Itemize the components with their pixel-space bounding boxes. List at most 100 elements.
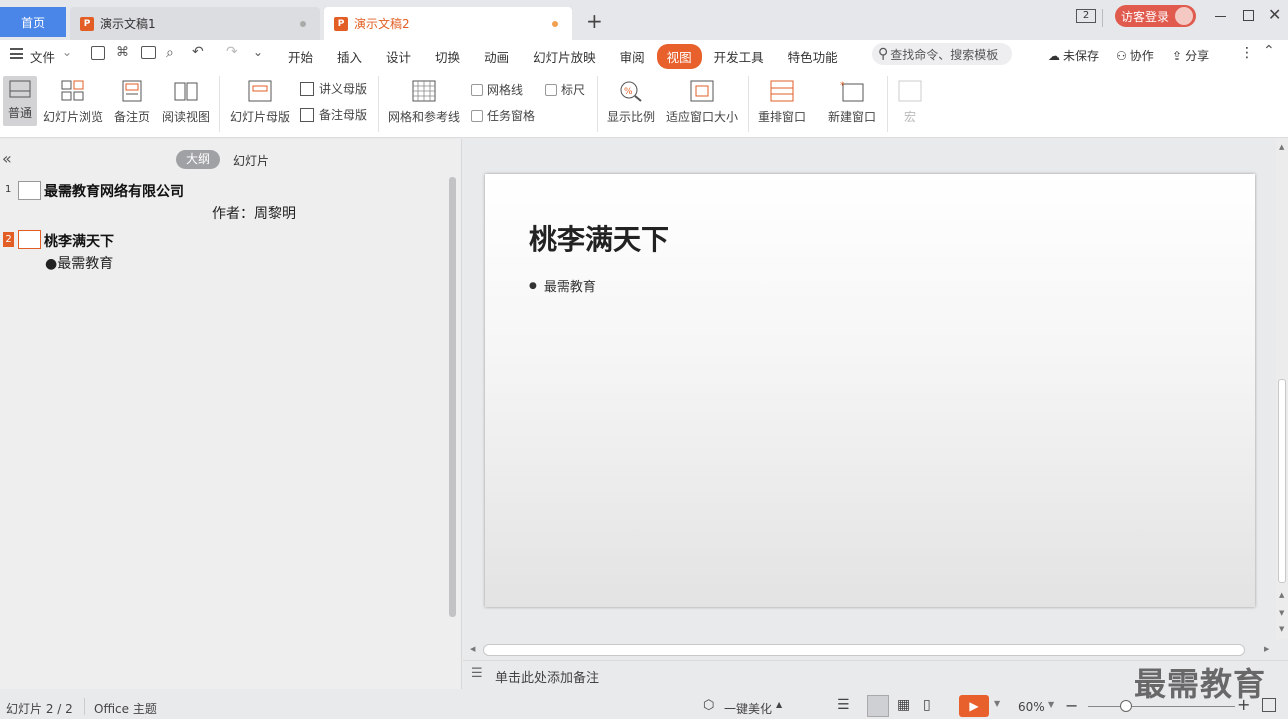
undo-icon[interactable]: ↶ <box>192 44 204 60</box>
notes-master-button[interactable]: 备注母版 <box>300 106 367 123</box>
slide-thumbnail-icon[interactable] <box>18 181 41 200</box>
tab-developer[interactable]: 开发工具 <box>702 47 776 66</box>
beautify-icon: ⬡ <box>703 698 715 713</box>
notes-icon: ☰ <box>471 666 483 681</box>
maximize-icon[interactable] <box>1243 10 1254 21</box>
collaborate-button[interactable]: ⚇ 协作 <box>1116 47 1154 64</box>
slide-title[interactable]: 桃李满天下 <box>529 218 669 258</box>
chevron-down-icon[interactable]: ▼ <box>994 699 1000 708</box>
outline-bullet[interactable]: ●最需教育 <box>45 253 113 273</box>
scroll-down-icon[interactable]: ▼ <box>1279 625 1284 633</box>
scroll-prev-icon[interactable]: ▲ <box>1279 591 1284 599</box>
fit-window-icon <box>690 80 714 102</box>
outline-title[interactable]: 桃李满天下 <box>44 231 114 251</box>
scrollbar-thumb[interactable] <box>1278 379 1286 583</box>
ruler-checkbox[interactable]: 标尺 <box>545 81 585 98</box>
window-count-badge[interactable]: 2 <box>1076 9 1096 23</box>
arrange-window-button[interactable]: 重排窗口 <box>758 80 806 125</box>
collapse-panel-icon[interactable]: « <box>2 149 12 168</box>
notes-toggle-icon[interactable]: ☰ <box>837 697 850 713</box>
tab-outline[interactable]: 大纲 <box>176 150 220 169</box>
menu-bar: 文件 ⌄ ⌘ ⌕ ↶ ↷ ⌄ 开始 插入 设计 切换 动画 幻灯片放映 审阅 视… <box>0 40 1288 70</box>
new-window-button[interactable]: * 新建窗口 <box>828 80 876 125</box>
tab-review[interactable]: 审阅 <box>608 47 657 66</box>
more-icon[interactable]: ⌄ <box>253 45 263 59</box>
unsaved-dot-icon[interactable] <box>552 21 558 27</box>
normal-view-button[interactable]: 普通 <box>3 76 37 126</box>
zoom-level[interactable]: 60% <box>1018 700 1045 714</box>
scroll-left-icon[interactable]: ◀ <box>470 645 475 653</box>
tab-doc2[interactable]: P 演示文稿2 <box>324 7 572 40</box>
search-box[interactable]: ⚲ 查找命令、搜索模板 <box>872 43 1012 65</box>
slide-master-button[interactable]: 幻灯片母版 <box>230 80 290 125</box>
grid-guides-button[interactable]: 网格和参考线 <box>388 80 460 125</box>
unsaved-button[interactable]: ☁ 未保存 <box>1048 47 1099 64</box>
tab-slideshow[interactable]: 幻灯片放映 <box>521 47 608 66</box>
more-options-icon[interactable]: ⋮ <box>1240 45 1254 61</box>
save-icon[interactable] <box>91 46 105 60</box>
format-painter-icon[interactable]: ⌘ <box>116 45 129 60</box>
play-slideshow-button[interactable]: ▶ <box>959 695 989 717</box>
chevron-down-icon[interactable]: ▼ <box>1048 700 1054 709</box>
new-tab-button[interactable]: + <box>586 9 603 33</box>
close-icon[interactable]: ✕ <box>1268 5 1281 24</box>
print-preview-icon[interactable]: ⌕ <box>166 45 174 61</box>
divider <box>219 76 220 132</box>
vertical-scrollbar[interactable]: ▲ ▲ ▼ ▼ <box>1276 139 1288 639</box>
redo-icon[interactable]: ↷ <box>226 44 238 60</box>
gridlines-checkbox[interactable]: 网格线 <box>471 81 523 98</box>
person-icon: ⚇ <box>1116 48 1127 63</box>
tab-features[interactable]: 特色功能 <box>776 47 850 66</box>
reading-view-icon[interactable]: ▯ <box>923 697 931 713</box>
notes-page-button[interactable]: 备注页 <box>114 80 150 125</box>
zoom-slider-thumb[interactable] <box>1120 700 1132 712</box>
hamburger-icon[interactable] <box>10 48 23 59</box>
outline-title[interactable]: 最需教育网络有限公司 <box>44 181 184 201</box>
panel-scrollbar[interactable] <box>449 177 456 617</box>
tab-doc2-label: 演示文稿2 <box>354 17 410 31</box>
outline-subtitle[interactable]: 作者：周黎明 <box>212 203 296 223</box>
scroll-up-icon[interactable]: ▲ <box>1279 143 1284 151</box>
tab-insert[interactable]: 插入 <box>325 47 374 66</box>
tab-design[interactable]: 设计 <box>374 47 423 66</box>
fit-window-button[interactable]: 适应窗口大小 <box>666 80 738 125</box>
slide-thumbnail-icon[interactable] <box>18 230 41 249</box>
search-input[interactable]: 查找命令、搜索模板 <box>890 46 998 63</box>
task-pane-checkbox[interactable]: 任务窗格 <box>471 107 535 124</box>
share-button[interactable]: ⇪ 分享 <box>1172 47 1209 64</box>
tab-home[interactable]: 首页 <box>0 7 66 37</box>
tab-view[interactable]: 视图 <box>656 44 702 69</box>
slide-bullet[interactable]: ● 最需教育 <box>529 276 596 295</box>
file-menu[interactable]: 文件 <box>30 47 55 66</box>
scroll-next-icon[interactable]: ▼ <box>1279 609 1284 617</box>
tab-animation[interactable]: 动画 <box>472 47 521 66</box>
normal-view-toggle-icon[interactable] <box>867 695 889 717</box>
zoom-out-icon[interactable]: − <box>1065 696 1078 715</box>
handout-master-button[interactable]: 讲义母版 <box>300 80 367 97</box>
chevron-down-icon[interactable]: ⌄ <box>62 45 72 59</box>
tab-slides[interactable]: 幻灯片 <box>233 152 269 169</box>
play-icon: ▶ <box>969 699 979 713</box>
slide-browse-button[interactable]: 幻灯片浏览 <box>43 80 103 125</box>
zoom-label: 显示比例 <box>607 110 656 124</box>
tab-start[interactable]: 开始 <box>276 47 325 66</box>
zoom-button[interactable]: % 显示比例 <box>607 80 655 125</box>
notes-placeholder[interactable]: 单击此处添加备注 <box>495 667 599 686</box>
scroll-right-icon[interactable]: ▶ <box>1264 645 1269 653</box>
horizontal-scrollbar[interactable]: ◀ ▶ <box>470 643 1274 657</box>
beautify-button[interactable]: 一键美化 <box>724 700 772 717</box>
macro-button[interactable]: 宏 <box>898 80 922 125</box>
minimize-icon[interactable] <box>1215 16 1226 17</box>
collapse-ribbon-icon[interactable]: ⌃ <box>1263 43 1275 59</box>
slide-canvas[interactable]: 桃李满天下 ● 最需教育 <box>485 174 1255 607</box>
sorter-view-icon[interactable]: ▦ <box>897 697 910 713</box>
tab-transition[interactable]: 切换 <box>423 47 472 66</box>
close-tab-icon[interactable] <box>300 21 306 27</box>
reading-view-button[interactable]: 阅读视图 <box>162 80 210 125</box>
h-scrollbar-thumb[interactable] <box>483 644 1245 656</box>
print-icon[interactable] <box>141 46 156 59</box>
tab-doc1[interactable]: P 演示文稿1 <box>70 7 320 40</box>
login-button[interactable]: 访客登录 <box>1115 5 1196 27</box>
zoom-slider-track[interactable] <box>1088 706 1235 707</box>
caret-up-icon[interactable]: ▲ <box>776 700 782 709</box>
